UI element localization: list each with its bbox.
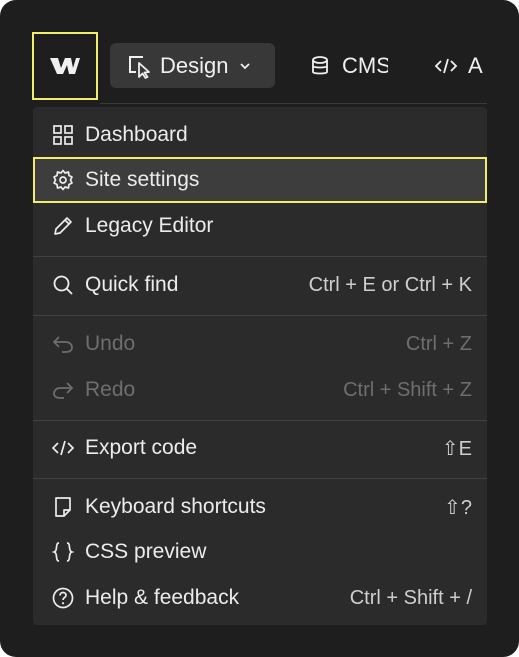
gear-icon: [51, 168, 75, 192]
menu-item-export-code[interactable]: Export code ⇧E: [33, 425, 487, 471]
menu-item-shortcut: Ctrl + Shift + Z: [343, 378, 472, 401]
code-icon: [434, 58, 458, 73]
redo-icon: [51, 378, 75, 402]
designer-frame: Design CMS A Dashboard Site settings Leg…: [0, 0, 519, 657]
design-label: Design: [160, 52, 229, 78]
menu-separator: [33, 315, 487, 316]
main-menu: Dashboard Site settings Legacy Editor Qu…: [33, 107, 487, 625]
menu-item-shortcut: ⇧?: [444, 496, 472, 519]
menu-separator: [33, 478, 487, 479]
design-mode-button[interactable]: Design: [110, 43, 275, 88]
webflow-logo-button[interactable]: [32, 32, 98, 100]
menu-item-label: Dashboard: [85, 123, 188, 146]
menu-separator: [33, 420, 487, 421]
app-tab[interactable]: A: [434, 43, 494, 88]
menu-item-quick-find[interactable]: Quick find Ctrl + E or Ctrl + K: [33, 262, 487, 308]
menu-item-shortcut: Ctrl + E or Ctrl + K: [308, 273, 472, 296]
menu-item-label: Help & feedback: [85, 586, 240, 609]
database-icon: [312, 55, 328, 74]
cursor-square-icon: [129, 55, 150, 79]
menu-item-site-settings[interactable]: Site settings: [33, 157, 487, 203]
grid-icon: [51, 123, 75, 147]
app-label: A: [468, 52, 483, 78]
menu-item-label: Site settings: [85, 168, 200, 191]
menu-item-help-feedback[interactable]: Help & feedback Ctrl + Shift + /: [33, 575, 487, 621]
menu-item-undo[interactable]: Undo Ctrl + Z: [33, 321, 487, 367]
document-icon: [51, 495, 75, 519]
menu-item-label: Quick find: [85, 273, 179, 296]
menu-item-label: Redo: [85, 378, 136, 401]
braces-icon: [51, 540, 75, 564]
chevron-down-icon: [240, 62, 251, 69]
menu-item-shortcut: Ctrl + Z: [405, 332, 472, 355]
undo-icon: [51, 332, 75, 356]
menu-item-legacy-editor[interactable]: Legacy Editor: [33, 203, 487, 249]
menu-item-redo[interactable]: Redo Ctrl + Shift + Z: [33, 367, 487, 413]
help-icon: [51, 586, 75, 610]
menu-item-keyboard-shortcuts[interactable]: Keyboard shortcuts ⇧?: [33, 484, 487, 530]
menu-item-shortcut: ⇧E: [441, 437, 472, 460]
menu-item-label: CSS preview: [85, 540, 207, 563]
menu-item-label: Undo: [85, 332, 136, 355]
menu-separator: [33, 256, 487, 257]
menu-item-shortcut: Ctrl + Shift + /: [349, 586, 472, 609]
search-icon: [51, 273, 75, 297]
menu-item-label: Export code: [85, 436, 198, 459]
menu-item-label: Legacy Editor: [85, 214, 214, 237]
cms-tab[interactable]: CMS: [308, 43, 388, 88]
toolbar-divider: [100, 103, 487, 104]
menu-item-dashboard[interactable]: Dashboard: [33, 112, 487, 158]
menu-item-css-preview[interactable]: CSS preview: [33, 529, 487, 575]
webflow-logo-icon: [50, 58, 80, 74]
cms-label: CMS: [342, 52, 388, 78]
code-icon: [51, 436, 75, 460]
pencil-icon: [51, 214, 75, 238]
menu-item-label: Keyboard shortcuts: [85, 495, 266, 518]
